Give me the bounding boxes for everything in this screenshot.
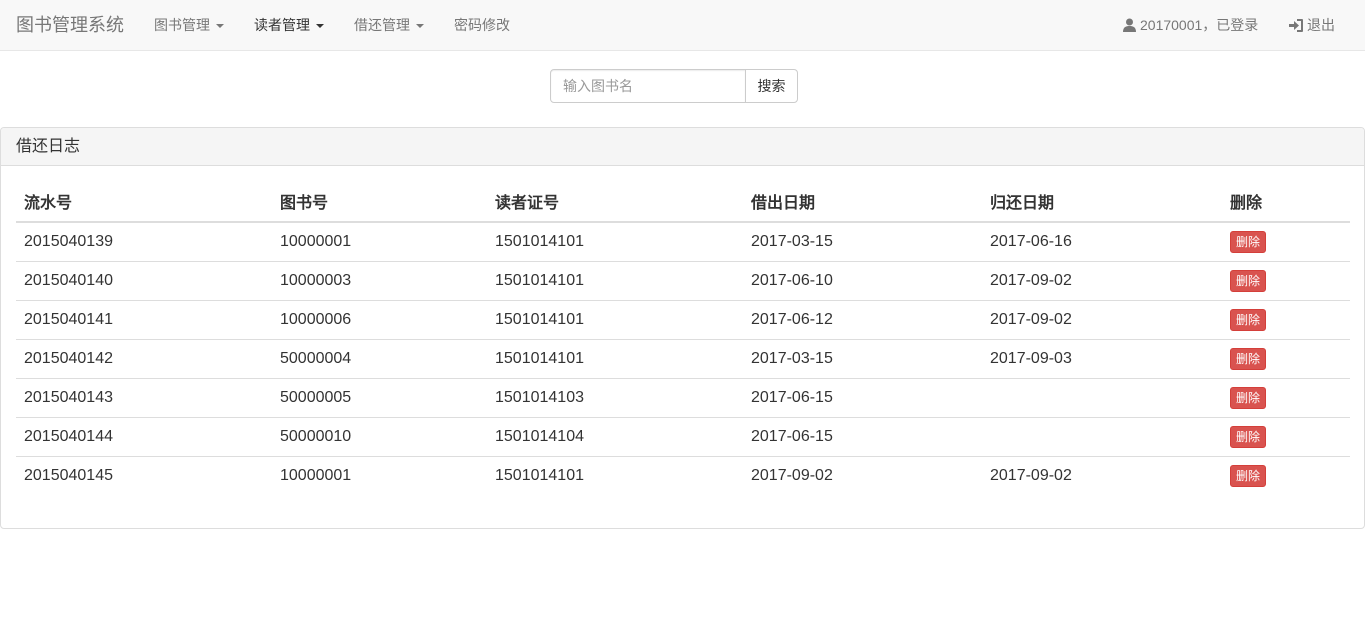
search-form: 搜索: [550, 69, 798, 103]
lend-log-panel: 借还日志 流水号 图书号 读者证号 借出日期 归还日期 删除 201504013…: [0, 127, 1365, 529]
reader-id-cell: 1501014101: [495, 233, 584, 250]
table-row: 2015040143 50000005 1501014103 2017-06-1…: [16, 378, 1350, 418]
table-row: 2015040142 50000004 1501014101 2017-03-1…: [16, 339, 1350, 379]
lend-date-cell: 2017-06-15: [743, 378, 982, 418]
serial-cell: 2015040141: [16, 300, 272, 340]
logout-label: 退出: [1307, 17, 1335, 33]
return-date-cell: 2017-09-02: [982, 300, 1222, 340]
table-row: 2015040141 10000006 1501014101 2017-06-1…: [16, 300, 1350, 340]
reader-id-cell: 1501014104: [487, 417, 743, 457]
nav-change-password-label: 密码修改: [454, 17, 510, 33]
serial-cell: 2015040139: [24, 233, 113, 250]
return-date-cell: 2017-06-16: [990, 233, 1072, 250]
table-header-row: 流水号 图书号 读者证号 借出日期 归还日期 删除: [16, 181, 1350, 223]
lend-date-cell: 2017-03-15: [743, 339, 982, 379]
caret-down-icon: [316, 24, 324, 29]
book-id-cell: 10000003: [272, 261, 487, 301]
book-id-cell: 50000005: [272, 378, 487, 418]
lend-date-cell: 2017-06-12: [743, 300, 982, 340]
action-cell: 删除: [1222, 261, 1350, 301]
nav-book-management-label: 图书管理: [154, 17, 210, 33]
serial-cell: 2015040142: [16, 339, 272, 379]
panel-body: 流水号 图书号 读者证号 借出日期 归还日期 删除 2015040139 100…: [1, 166, 1364, 511]
reader-id-cell: 1501014101: [487, 456, 743, 496]
column-header: 归还日期: [982, 181, 1222, 223]
user-status-label: 20170001，已登录: [1140, 17, 1259, 33]
nav-lend-return-management-label: 借还管理: [354, 17, 410, 33]
column-header: 读者证号: [487, 181, 743, 223]
delete-button[interactable]: 删除: [1230, 270, 1267, 292]
delete-button[interactable]: 删除: [1230, 348, 1267, 370]
logout-link[interactable]: 退出: [1289, 16, 1335, 34]
reader-id-cell: 1501014101: [487, 339, 743, 379]
serial-cell: 2015040140: [16, 261, 272, 301]
delete-button[interactable]: 删除: [1230, 426, 1267, 448]
caret-down-icon: [216, 24, 224, 29]
table-row: 2015040145 10000001 1501014101 2017-09-0…: [16, 456, 1350, 496]
lend-date-cell: 2017-06-15: [743, 417, 982, 457]
caret-down-icon: [416, 24, 424, 29]
action-cell: 删除: [1222, 456, 1350, 496]
serial-cell: 2015040145: [16, 456, 272, 496]
book-id-cell: 10000006: [272, 300, 487, 340]
book-id-cell: 10000001: [272, 456, 487, 496]
return-date-cell: [982, 417, 1222, 457]
serial-cell: 2015040144: [16, 417, 272, 457]
user-status[interactable]: 20170001，已登录: [1123, 16, 1258, 34]
reader-id-cell: 1501014103: [487, 378, 743, 418]
nav-change-password[interactable]: 密码修改: [454, 16, 510, 34]
serial-cell: 2015040143: [16, 378, 272, 418]
table-row: 2015040139 10000001 1501014101 2017-03-1…: [16, 222, 1350, 262]
action-cell: 删除: [1222, 222, 1350, 262]
user-icon: [1123, 18, 1136, 32]
nav-reader-management-label: 读者管理: [254, 17, 310, 33]
lend-date-cell: 2017-06-10: [743, 261, 982, 301]
delete-button[interactable]: 删除: [1230, 387, 1267, 409]
nav-lend-return-management[interactable]: 借还管理: [354, 16, 424, 34]
column-header: 流水号: [16, 181, 272, 223]
action-cell: 删除: [1222, 339, 1350, 379]
logout-icon: [1289, 19, 1303, 32]
reader-id-cell: 1501014101: [487, 300, 743, 340]
nav-book-management[interactable]: 图书管理: [154, 16, 224, 34]
return-date-cell: 2017-09-02: [982, 456, 1222, 496]
action-cell: 删除: [1222, 417, 1350, 457]
search-input[interactable]: [550, 69, 746, 103]
return-date-cell: 2017-09-03: [982, 339, 1222, 379]
action-cell: 删除: [1222, 378, 1350, 418]
delete-button[interactable]: 删除: [1230, 231, 1267, 253]
column-header: 借出日期: [743, 181, 982, 223]
action-cell: 删除: [1222, 300, 1350, 340]
lend-log-table: 流水号 图书号 读者证号 借出日期 归还日期 删除 2015040139 100…: [16, 181, 1350, 496]
delete-button[interactable]: 删除: [1230, 309, 1267, 331]
column-header: 删除: [1222, 181, 1350, 223]
panel-title: 借还日志: [1, 128, 1364, 166]
lend-date-cell: 2017-09-02: [743, 456, 982, 496]
search-button[interactable]: 搜索: [745, 69, 798, 103]
return-date-cell: 2017-09-02: [982, 261, 1222, 301]
reader-id-cell: 1501014101: [487, 261, 743, 301]
delete-button[interactable]: 删除: [1230, 465, 1267, 488]
table-row: 2015040144 50000010 1501014104 2017-06-1…: [16, 417, 1350, 457]
book-id-cell: 50000010: [272, 417, 487, 457]
table-row: 2015040140 10000003 1501014101 2017-06-1…: [16, 261, 1350, 301]
book-id-cell: 10000001: [280, 233, 352, 250]
lend-date-cell: 2017-03-15: [751, 233, 833, 250]
book-id-cell: 50000004: [272, 339, 487, 379]
nav-reader-management[interactable]: 读者管理: [254, 16, 324, 34]
brand-title[interactable]: 图书管理系统: [16, 13, 124, 37]
navbar: 图书管理系统 图书管理 读者管理 借还管理 密码修改 20170001，已登录 …: [0, 0, 1365, 51]
return-date-cell: [982, 378, 1222, 418]
column-header: 图书号: [272, 181, 487, 223]
